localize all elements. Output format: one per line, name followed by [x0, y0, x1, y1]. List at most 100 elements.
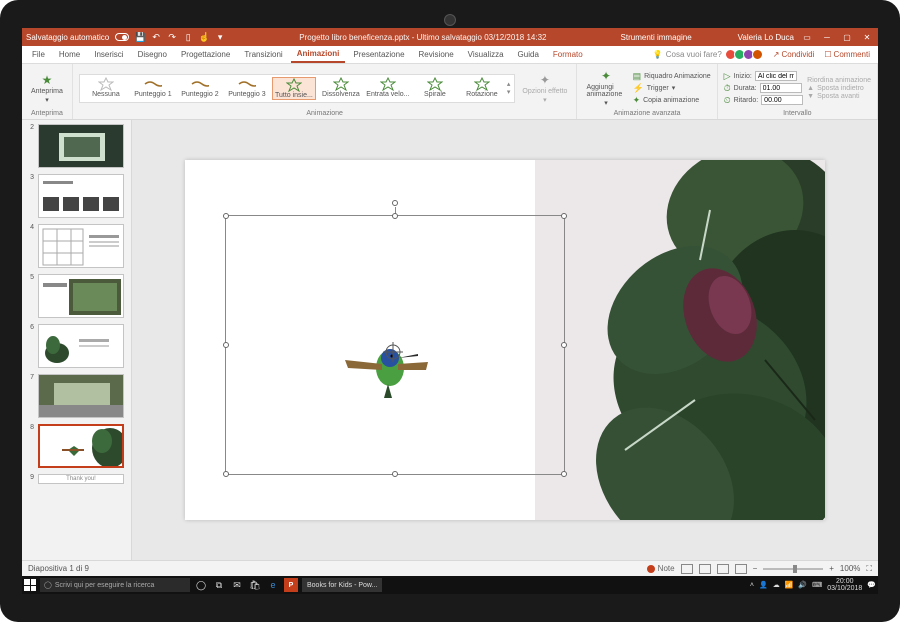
share-button[interactable]: ↗ Condividi [769, 50, 819, 59]
maximize-button[interactable]: ▢ [840, 31, 854, 43]
start-row[interactable]: ▷Inizio: [724, 71, 804, 82]
zoom-slider[interactable] [763, 568, 823, 570]
tab-disegno[interactable]: Disegno [132, 46, 173, 63]
autosave-toggle[interactable] [115, 33, 129, 41]
task-view-icon[interactable]: ⧉ [212, 578, 226, 592]
animation-pane-button[interactable]: ▤Riquadro Animazione [633, 71, 711, 82]
anim-rotazione-icon[interactable] [473, 77, 491, 91]
anim-p3-icon[interactable] [238, 77, 256, 91]
tray-onedrive-icon[interactable]: ☁ [773, 581, 780, 589]
tab-formato[interactable]: Formato [547, 46, 589, 63]
qat-more-icon[interactable]: ▾ [215, 32, 225, 42]
slide-thumbnail-panel[interactable]: 2 3 4 5 6 7 8 9Thank you! [22, 120, 132, 560]
slide-canvas-area[interactable] [132, 120, 878, 560]
anim-entrata-icon[interactable] [379, 77, 397, 91]
resize-handle-bl[interactable] [223, 471, 229, 477]
animation-gallery[interactable]: Nessuna Punteggio 1 Punteggio 2 Punteggi… [79, 74, 516, 103]
slide-canvas[interactable] [185, 160, 825, 520]
thumb-2[interactable] [38, 124, 124, 168]
store-icon[interactable]: 🛍 [248, 578, 262, 592]
slide-counter: Diapositiva 1 di 9 [28, 564, 89, 573]
anim-p1-icon[interactable] [144, 77, 162, 91]
fit-window-icon[interactable]: ⛶ [866, 564, 872, 574]
tab-file[interactable]: File [26, 46, 51, 63]
thumb-4[interactable] [38, 224, 124, 268]
cortana-icon[interactable]: ◯ [194, 578, 208, 592]
tray-chevron-icon[interactable]: ˄ [750, 582, 754, 589]
minimize-button[interactable]: ─ [820, 31, 834, 43]
delay-row[interactable]: ⏲Ritardo: [724, 95, 804, 106]
tab-transizioni[interactable]: Transizioni [238, 46, 288, 63]
anim-spirale-icon[interactable] [426, 77, 444, 91]
move-later-button[interactable]: ▼ Sposta avanti [807, 93, 871, 100]
tab-guida[interactable]: Guida [512, 46, 545, 63]
rotate-handle[interactable] [392, 200, 398, 206]
anim-dissolvenza-icon[interactable] [332, 77, 350, 91]
touch-icon[interactable]: ☝ [199, 32, 209, 42]
preview-button[interactable]: ★Anteprima▾ [28, 71, 66, 106]
slideshow-view-icon[interactable] [735, 564, 747, 574]
powerpoint-taskbar-icon[interactable]: P [284, 578, 298, 592]
anim-tutto-icon[interactable] [285, 78, 303, 92]
duration-row[interactable]: ⏱Durata: [724, 83, 804, 94]
anim-p2-icon[interactable] [191, 77, 209, 91]
normal-view-icon[interactable] [681, 564, 693, 574]
start-input[interactable] [755, 71, 797, 81]
selection-box[interactable] [225, 215, 565, 475]
resize-handle-tl[interactable] [223, 213, 229, 219]
effect-options-button[interactable]: ✦Opzioni effetto▾ [519, 71, 570, 106]
duration-input[interactable] [760, 83, 802, 93]
add-animation-button[interactable]: ✦Aggiungi animazione▾ [583, 67, 628, 109]
ribbon-options-icon[interactable]: ▭ [800, 31, 814, 43]
tab-presentazione[interactable]: Presentazione [347, 46, 410, 63]
delay-input[interactable] [761, 95, 803, 105]
animation-painter-button[interactable]: ✦Copia animazione [633, 95, 711, 106]
tab-progettazione[interactable]: Progettazione [175, 46, 236, 63]
tray-volume-icon[interactable]: 🔊 [798, 581, 807, 589]
resize-handle-ml[interactable] [223, 342, 229, 348]
close-button[interactable]: ✕ [860, 31, 874, 43]
sorter-view-icon[interactable] [699, 564, 711, 574]
comments-button[interactable]: ☐ Commenti [820, 50, 874, 59]
anim-none-icon[interactable] [97, 77, 115, 91]
tab-inserisci[interactable]: Inserisci [88, 46, 129, 63]
thumb-9[interactable]: Thank you! [38, 474, 124, 484]
taskbar-app-label[interactable]: Books for Kids - Pow... [302, 578, 382, 592]
slideshow-icon[interactable]: ▯ [183, 32, 193, 42]
undo-icon[interactable]: ↶ [151, 32, 161, 42]
save-icon[interactable]: 💾 [135, 32, 145, 42]
thumb-6[interactable] [38, 324, 124, 368]
tray-people-icon[interactable]: 👤 [759, 581, 768, 589]
tray-clock[interactable]: 20:0003/10/2018 [827, 578, 862, 592]
trigger-button[interactable]: ⚡Trigger ▾ [633, 83, 711, 94]
edge-icon[interactable]: e [266, 578, 280, 592]
resize-handle-bc[interactable] [392, 471, 398, 477]
zoom-out-button[interactable]: − [753, 564, 758, 573]
tab-revisione[interactable]: Revisione [413, 46, 460, 63]
tab-visualizza[interactable]: Visualizza [462, 46, 510, 63]
presence-avatars[interactable] [728, 49, 763, 60]
windows-search[interactable]: ◯ Scrivi qui per eseguire la ricerca [40, 578, 190, 592]
tab-animazioni[interactable]: Animazioni [291, 46, 346, 63]
tab-home[interactable]: Home [53, 46, 86, 63]
thumb-3[interactable] [38, 174, 124, 218]
thumb-8[interactable] [38, 424, 124, 468]
thumb-7[interactable] [38, 374, 124, 418]
redo-icon[interactable]: ↷ [167, 32, 177, 42]
thumb-5[interactable] [38, 274, 124, 318]
resize-handle-mr[interactable] [561, 342, 567, 348]
resize-handle-tc[interactable] [392, 213, 398, 219]
reading-view-icon[interactable] [717, 564, 729, 574]
tray-keyboard-icon[interactable]: ⌨ [812, 581, 822, 589]
tray-notifications-icon[interactable]: 💬 [867, 581, 876, 589]
tellme-search[interactable]: 💡 Cosa vuoi fare? [653, 50, 722, 59]
mail-icon[interactable]: ✉ [230, 578, 244, 592]
zoom-level[interactable]: 100% [840, 564, 860, 573]
tray-wifi-icon[interactable]: 📶 [785, 581, 794, 589]
resize-handle-br[interactable] [561, 471, 567, 477]
start-button[interactable] [24, 579, 36, 591]
notes-button[interactable]: Note [647, 564, 675, 573]
resize-handle-tr[interactable] [561, 213, 567, 219]
move-earlier-button[interactable]: ▲ Sposta indietro [807, 85, 871, 92]
zoom-in-button[interactable]: + [829, 564, 834, 573]
